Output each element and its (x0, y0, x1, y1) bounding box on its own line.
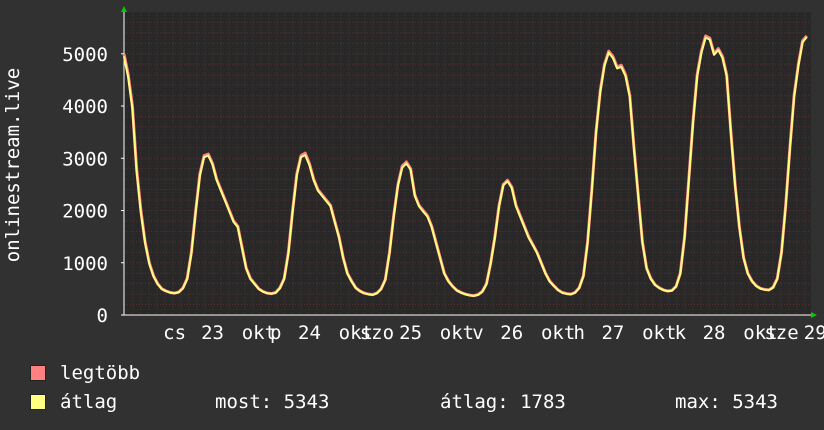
y-tick-label: 1000 (62, 253, 108, 275)
x-tick-label: 24 (298, 322, 321, 344)
legend-label-atlag: átlag (60, 391, 118, 413)
legend-swatch-atlag (30, 394, 46, 410)
x-tick-label: 29 (804, 322, 824, 344)
stat-now: most: 5343 (215, 391, 330, 413)
x-tick-label: 23 (201, 322, 224, 344)
y-tick-label: 0 (97, 305, 108, 327)
x-tick-label: cs (163, 322, 186, 344)
x-axis-arrow (811, 312, 817, 318)
x-tick-label: sze (764, 322, 798, 344)
legend-swatch-legtobb (30, 365, 46, 381)
legend-item-legtobb: legtöbb (30, 362, 140, 384)
stat-average: átlag: 1783 (440, 391, 566, 413)
x-tick-label: 27 (601, 322, 624, 344)
x-tick-label: 28 (703, 322, 726, 344)
y-tick-label: 3000 (62, 148, 108, 170)
chart: 0 1000 2000 3000 4000 5000 cs 23 okt p 24 okt szo 25 o… (0, 0, 824, 430)
x-tick-label: okt (541, 322, 575, 344)
x-tick-label: 26 (500, 322, 523, 344)
x-tick-label: p (270, 322, 281, 344)
legend-item-atlag: átlag (30, 391, 117, 413)
legend-label-legtobb: legtöbb (60, 362, 141, 384)
x-tick-label: k (675, 322, 687, 344)
y-tick-label: 2000 (62, 201, 108, 223)
y-axis-label: onlinestream.live (2, 68, 24, 262)
x-tick-label: okt (440, 322, 474, 344)
plot-area (124, 12, 811, 315)
y-tick-label: 4000 (62, 96, 108, 118)
x-tick-label: h (573, 322, 584, 344)
x-tick-label: 25 (399, 322, 422, 344)
stat-max: max: 5343 (675, 391, 778, 413)
y-tick-label: 5000 (62, 44, 108, 66)
x-tick-label: v (472, 322, 483, 344)
y-axis-arrow (121, 6, 127, 12)
chart-svg: 0 1000 2000 3000 4000 5000 cs 23 okt p 24 okt szo 25 o… (2, 6, 824, 344)
x-tick-label: szo (360, 322, 394, 344)
x-tick-label: okt (642, 322, 676, 344)
